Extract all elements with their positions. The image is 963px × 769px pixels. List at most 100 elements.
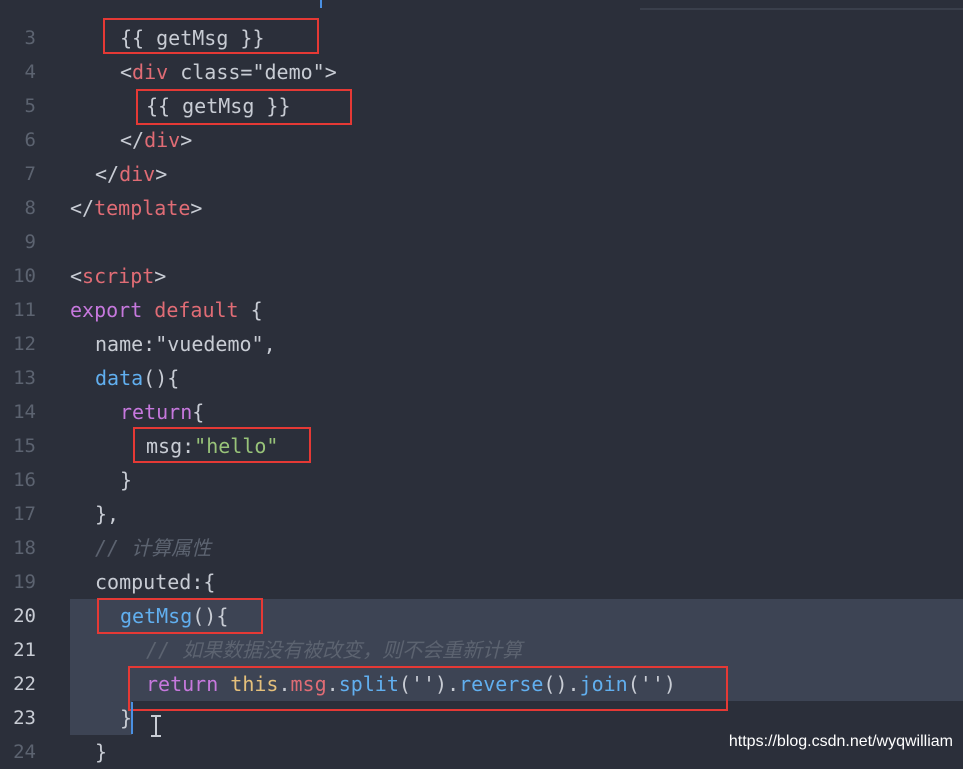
code-line[interactable]: 4 <div class="demo"> — [0, 55, 963, 89]
code-line[interactable]: 14 return{ — [0, 395, 963, 429]
annotation-box — [103, 18, 319, 54]
code-text: </div> — [120, 123, 192, 157]
line-number: 17 — [13, 503, 36, 525]
code-text: name:"vuedemo", — [95, 327, 276, 361]
code-token: </ — [95, 162, 120, 186]
line-number: 23 — [13, 707, 36, 729]
code-text: }, — [95, 497, 119, 531]
line-number: 6 — [24, 129, 36, 151]
code-token: < — [70, 264, 83, 288]
code-token: div — [132, 60, 169, 84]
code-text: // 计算属性 — [95, 531, 211, 565]
line-number: 19 — [13, 571, 36, 593]
code-token: > — [155, 162, 168, 186]
line-number: 20 — [13, 605, 36, 627]
code-token: class — [168, 60, 241, 84]
code-line[interactable]: 17}, — [0, 497, 963, 531]
code-line[interactable]: 6 </div> — [0, 123, 963, 157]
code-text: } — [95, 735, 107, 769]
code-token: </ — [120, 128, 145, 152]
code-token: , — [263, 332, 276, 356]
watermark: https://blog.csdn.net/wyqwilliam — [728, 733, 953, 750]
code-token: : — [143, 332, 156, 356]
line-number: 12 — [13, 333, 36, 355]
annotation-box — [136, 89, 352, 125]
code-token: < — [120, 60, 133, 84]
line-number: 7 — [24, 163, 36, 185]
code-line[interactable]: 19 computed:{ — [0, 565, 963, 599]
code-line[interactable]: 18 // 计算属性 — [0, 531, 963, 565]
code-text: } — [120, 463, 132, 497]
code-token: default — [154, 298, 239, 322]
ibeam-cursor-icon — [150, 713, 162, 739]
code-line[interactable]: 9 — [0, 225, 963, 259]
code-token: } — [95, 740, 108, 764]
code-token: { — [238, 298, 263, 322]
text-caret — [131, 702, 133, 734]
code-token: </ — [70, 196, 95, 220]
code-token: } — [120, 468, 133, 492]
line-number: 21 — [13, 639, 36, 661]
code-line[interactable]: 21 // 如果数据没有被改变，则不会重新计算 — [0, 633, 963, 667]
code-line[interactable]: 10 <script> — [0, 259, 963, 293]
code-token: > — [154, 264, 167, 288]
code-line[interactable]: 12 name:"vuedemo", — [0, 327, 963, 361]
line-number: 16 — [13, 469, 36, 491]
code-token: "demo" — [252, 60, 325, 84]
code-text: <script> — [70, 259, 166, 293]
code-token: > — [190, 196, 203, 220]
code-token: > — [180, 128, 193, 152]
line-number: 18 — [13, 537, 36, 559]
annotation-box — [97, 598, 263, 634]
line-number: 13 — [13, 367, 36, 389]
code-token: }, — [95, 502, 120, 526]
code-text: </div> — [95, 157, 167, 191]
code-token: = — [240, 60, 253, 84]
code-line[interactable]: 8 </template> — [0, 191, 963, 225]
code-text: return{ — [120, 395, 204, 429]
code-token: { — [192, 400, 205, 424]
code-text: // 如果数据没有被改变，则不会重新计算 — [146, 633, 522, 667]
code-text: computed:{ — [95, 565, 215, 599]
code-token: :{ — [191, 570, 216, 594]
code-text: </template> — [70, 191, 202, 225]
code-token: script — [82, 264, 155, 288]
code-line[interactable]: 11 export default { — [0, 293, 963, 327]
code-token: div — [119, 162, 156, 186]
code-token: > — [324, 60, 337, 84]
code-text: data(){ — [95, 361, 179, 395]
line-number: 11 — [13, 299, 36, 321]
code-token: export — [70, 298, 143, 322]
code-line[interactable]: 13 data(){ — [0, 361, 963, 395]
code-token: data — [95, 366, 144, 390]
code-text: export default { — [70, 293, 263, 327]
code-token: // 如果数据没有被改变，则不会重新计算 — [146, 638, 523, 662]
code-token: return — [120, 400, 193, 424]
code-token: (){ — [143, 366, 180, 390]
code-line[interactable]: 7 </div> — [0, 157, 963, 191]
line-number: 9 — [24, 231, 36, 253]
annotation-box — [133, 427, 311, 463]
tab-divider — [640, 8, 963, 10]
line-number: 22 — [13, 673, 36, 695]
code-token: // 计算属性 — [95, 536, 212, 560]
line-number: 15 — [13, 435, 36, 457]
code-line[interactable]: 16} — [0, 463, 963, 497]
code-token: "vuedemo" — [155, 332, 264, 356]
line-number: 8 — [24, 197, 36, 219]
line-number: 4 — [24, 61, 36, 83]
code-token: template — [94, 196, 191, 220]
code-editor[interactable]: 3{{ getMsg }} 4 <div class="demo"> 5{{ getM… — [0, 0, 963, 764]
line-number: 24 — [13, 741, 36, 763]
code-token: computed — [95, 570, 192, 594]
annotation-box — [128, 666, 728, 711]
line-number: 14 — [13, 401, 36, 423]
code-token: div — [144, 128, 181, 152]
code-text: <div class="demo"> — [120, 55, 337, 89]
line-number: 3 — [24, 27, 36, 49]
code-token: name — [95, 332, 144, 356]
top-caret — [320, 0, 322, 8]
line-number: 10 — [13, 265, 36, 287]
line-number: 5 — [24, 95, 36, 117]
